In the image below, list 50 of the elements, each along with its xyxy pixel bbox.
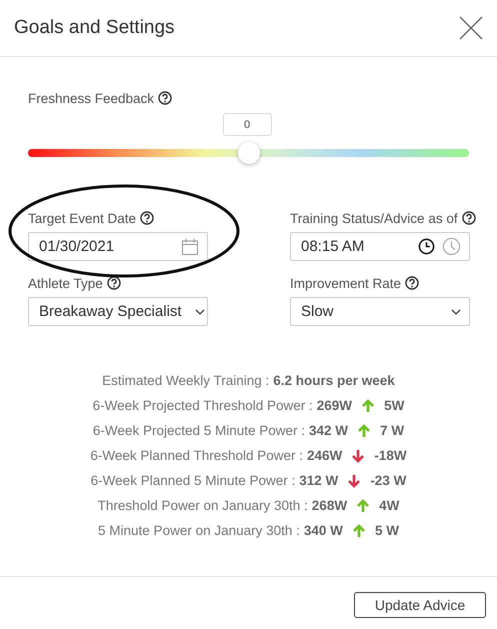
stat-delta: -23 W <box>370 473 406 488</box>
stat-label: Estimated Weekly Training : <box>102 373 270 388</box>
field-label: Freshness Feedback <box>28 90 154 106</box>
stat-value: 340 W <box>304 523 343 538</box>
help-icon[interactable] <box>140 211 154 225</box>
field-label: Athlete Type <box>28 276 103 290</box>
stat-delta: 5 W <box>374 523 399 538</box>
arrow-up-icon <box>357 498 370 512</box>
dropdown[interactable]: Breakaway Specialist <box>28 297 208 326</box>
help-icon[interactable] <box>462 211 476 225</box>
stat-delta: -18W <box>374 448 407 463</box>
slider-track[interactable] <box>28 149 469 157</box>
stat-delta: 4W <box>379 498 400 513</box>
arrow-up-icon <box>362 398 374 412</box>
stat-label: 6-Week Projected 5 Minute Power : <box>92 423 306 438</box>
stat-label: Threshold Power on January 30th : <box>98 498 308 513</box>
help-icon[interactable] <box>405 276 420 290</box>
dialog-title: Goals and Settings <box>14 17 175 39</box>
help-icon[interactable] <box>106 276 121 290</box>
stat-label: 6-Week Planned 5 Minute Power : <box>90 473 296 488</box>
close-icon[interactable] <box>459 16 483 40</box>
field-label: Target Event Date <box>28 210 136 226</box>
stat-value: 269W <box>316 398 352 413</box>
stat-value: 6.2 hours per week <box>273 373 395 388</box>
update-advice-button[interactable]: Update Advice <box>354 592 486 618</box>
field-label: Improvement Rate <box>290 276 402 290</box>
stat-label: 5 Minute Power on January 30th : <box>98 523 300 538</box>
slider-value: 0 <box>222 113 272 136</box>
field-label: Training Status/Advice as of <box>290 210 458 226</box>
stat-value: 246W <box>307 448 342 463</box>
stat-label: 6-Week Planned Threshold Power : <box>90 448 304 463</box>
arrow-up-icon <box>352 524 365 538</box>
dropdown[interactable]: Slow <box>290 297 470 326</box>
chevron-icon <box>451 308 461 314</box>
arrow-up-icon <box>358 424 370 438</box>
stat-value: 312 W <box>299 473 338 488</box>
calendar-icon[interactable] <box>181 238 199 256</box>
chevron-icon <box>195 308 205 314</box>
stat-delta: 7 W <box>380 423 404 438</box>
help-icon[interactable] <box>158 91 172 105</box>
arrow-down-icon <box>348 474 360 488</box>
stat-label: 6-Week Projected Threshold Power : <box>92 398 313 413</box>
time-field[interactable]: 08:15 AM <box>290 232 470 261</box>
date-field[interactable]: 01/30/2021 <box>28 232 208 261</box>
stat-delta: 5W <box>384 398 404 413</box>
clock-icon[interactable] <box>418 238 435 255</box>
stat-value: 342 W <box>309 423 348 438</box>
arrow-down-icon <box>352 448 364 462</box>
slider-thumb[interactable] <box>238 142 260 164</box>
stat-value: 268W <box>312 498 348 513</box>
